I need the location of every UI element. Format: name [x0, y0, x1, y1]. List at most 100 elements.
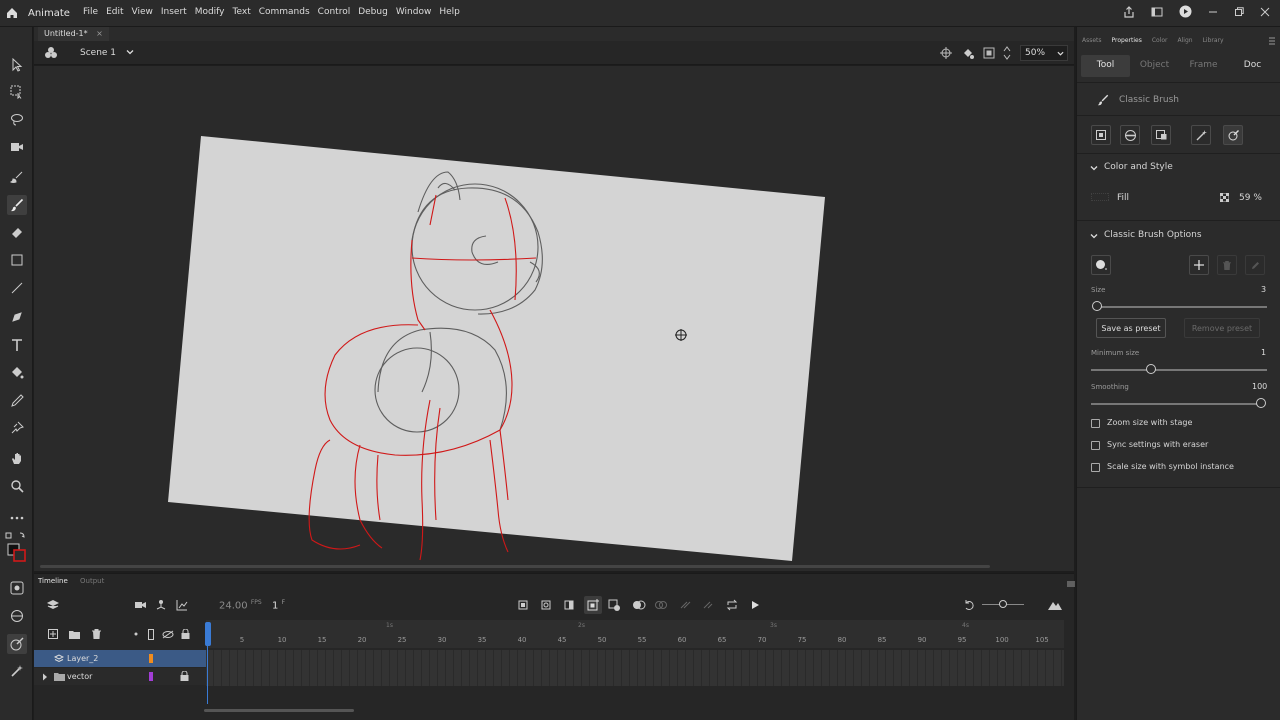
- more-tools-icon[interactable]: [7, 508, 27, 528]
- menu-view[interactable]: View: [132, 7, 153, 17]
- min-size-slider-knob[interactable]: [1146, 364, 1156, 374]
- tab-properties[interactable]: Properties: [1112, 37, 1142, 44]
- fill-alpha-value[interactable]: 59 %: [1239, 193, 1262, 203]
- playhead[interactable]: [205, 622, 211, 646]
- onion-outline-icon[interactable]: [654, 598, 668, 612]
- magic-wand-icon[interactable]: [7, 661, 27, 681]
- object-drawing-mode-icon[interactable]: [1091, 125, 1111, 145]
- save-as-preset-button[interactable]: Save as preset: [1096, 318, 1166, 338]
- section-header-color-style[interactable]: Color and Style: [1104, 162, 1173, 172]
- clip-content-icon[interactable]: [983, 47, 995, 62]
- new-layer-icon[interactable]: [46, 627, 60, 641]
- object-drawing-icon[interactable]: [7, 578, 27, 598]
- menu-commands[interactable]: Commands: [259, 7, 310, 17]
- smoothing-value[interactable]: 100: [1252, 382, 1267, 391]
- onion-skin-icon[interactable]: [632, 598, 646, 612]
- menu-text[interactable]: Text: [233, 7, 251, 17]
- sync-eraser-checkbox[interactable]: [1091, 441, 1100, 450]
- tab-timeline[interactable]: Timeline: [38, 577, 68, 585]
- subtab-doc[interactable]: Doc: [1228, 55, 1277, 77]
- menu-file[interactable]: File: [83, 7, 98, 17]
- eraser-tool-icon[interactable]: [7, 222, 27, 242]
- lock-icon[interactable]: [178, 627, 192, 641]
- lasso-tool-icon[interactable]: [7, 110, 27, 130]
- menu-debug[interactable]: Debug: [358, 7, 388, 17]
- selection-tool-icon[interactable]: [7, 55, 27, 75]
- loop-icon[interactable]: [725, 598, 739, 612]
- chevron-down-icon[interactable]: [1090, 164, 1098, 172]
- menu-insert[interactable]: Insert: [161, 7, 187, 17]
- delete-layer-icon[interactable]: [89, 627, 103, 641]
- text-tool-icon[interactable]: [7, 335, 27, 355]
- insert-frame-icon[interactable]: [562, 598, 576, 612]
- edit-symbols-icon[interactable]: [44, 46, 58, 63]
- create-tween-icon[interactable]: [607, 598, 621, 612]
- tab-assets[interactable]: Assets: [1082, 37, 1102, 44]
- hand-tool-icon[interactable]: [7, 448, 27, 468]
- tab-align[interactable]: Align: [1178, 37, 1193, 44]
- zoom-tool-icon[interactable]: [7, 476, 27, 496]
- minimize-icon[interactable]: [1208, 7, 1218, 17]
- smoothing-slider-knob[interactable]: [1256, 398, 1266, 408]
- outline-layer-icon[interactable]: [144, 627, 158, 641]
- layers-icon[interactable]: [46, 598, 60, 612]
- line-tool-icon[interactable]: [7, 278, 27, 298]
- pressure-icon[interactable]: [1223, 125, 1243, 145]
- min-size-slider[interactable]: [1091, 369, 1267, 371]
- layer-parenting-icon[interactable]: [154, 598, 168, 612]
- close-tab-icon[interactable]: ×: [96, 29, 103, 38]
- zoom-stepper-icon[interactable]: [1003, 45, 1011, 64]
- brush-mode-icon[interactable]: [7, 606, 27, 626]
- zoom-size-checkbox[interactable]: [1091, 419, 1100, 428]
- panel-menu-icon[interactable]: [1269, 37, 1275, 48]
- insert-keyframe-icon[interactable]: [516, 598, 530, 612]
- scene-name[interactable]: Scene 1: [80, 48, 116, 58]
- camera-icon[interactable]: [134, 598, 148, 612]
- classic-brush-tool-icon[interactable]: [7, 195, 27, 215]
- pen-tool-icon[interactable]: [7, 307, 27, 327]
- edit-brush-shape-icon[interactable]: [1245, 255, 1265, 275]
- free-transform-tool-icon[interactable]: [7, 82, 27, 102]
- zoom-select[interactable]: 50%: [1020, 45, 1068, 61]
- highlight-layer-icon[interactable]: [129, 627, 143, 641]
- menu-help[interactable]: Help: [439, 7, 460, 17]
- home-icon[interactable]: [5, 6, 19, 23]
- eyedropper-tool-icon[interactable]: [7, 391, 27, 411]
- size-slider-knob[interactable]: [1092, 301, 1102, 311]
- fps-display[interactable]: 24.00 FPS: [219, 599, 262, 611]
- scale-symbol-checkbox[interactable]: [1091, 463, 1100, 472]
- tab-output[interactable]: Output: [80, 577, 104, 585]
- share-icon[interactable]: [1123, 5, 1135, 18]
- pin-tool-icon[interactable]: [7, 418, 27, 438]
- menu-window[interactable]: Window: [396, 7, 432, 17]
- subtab-object[interactable]: Object: [1130, 55, 1179, 77]
- frame-grid[interactable]: [206, 650, 1064, 686]
- chevron-right-icon[interactable]: [42, 673, 48, 681]
- play-icon[interactable]: [748, 598, 762, 612]
- subtab-frame[interactable]: Frame: [1179, 55, 1228, 77]
- chevron-down-icon[interactable]: [1090, 232, 1098, 240]
- stage-canvas[interactable]: [34, 66, 1074, 571]
- timeline-zoom-knob[interactable]: [999, 600, 1007, 608]
- lock-icon[interactable]: [180, 671, 189, 681]
- tab-library[interactable]: Library: [1203, 37, 1224, 44]
- camera-tool-icon[interactable]: [7, 137, 27, 157]
- paint-brush-tool-icon[interactable]: [7, 167, 27, 187]
- remove-preset-button[interactable]: Remove preset: [1184, 318, 1260, 338]
- current-frame-display[interactable]: 1 F: [272, 599, 285, 611]
- smoothing-slider[interactable]: [1091, 403, 1261, 405]
- paint-bucket-tool-icon[interactable]: [7, 363, 27, 383]
- stage[interactable]: [34, 66, 1074, 571]
- brush-smoothing-icon[interactable]: [1191, 125, 1211, 145]
- timeline-scrollbar[interactable]: [204, 709, 354, 712]
- reset-zoom-icon[interactable]: [962, 598, 976, 612]
- section-header-brush-options[interactable]: Classic Brush Options: [1104, 230, 1202, 240]
- restore-icon[interactable]: [1234, 6, 1244, 17]
- rotate-stage-icon[interactable]: [961, 46, 975, 63]
- stroke-fill-swatch[interactable]: [5, 531, 27, 567]
- menu-control[interactable]: Control: [318, 7, 351, 17]
- size-slider[interactable]: [1097, 306, 1267, 308]
- layer-row[interactable]: vector: [34, 668, 206, 685]
- graph-icon[interactable]: [175, 598, 189, 612]
- delete-brush-shape-icon[interactable]: [1217, 255, 1237, 275]
